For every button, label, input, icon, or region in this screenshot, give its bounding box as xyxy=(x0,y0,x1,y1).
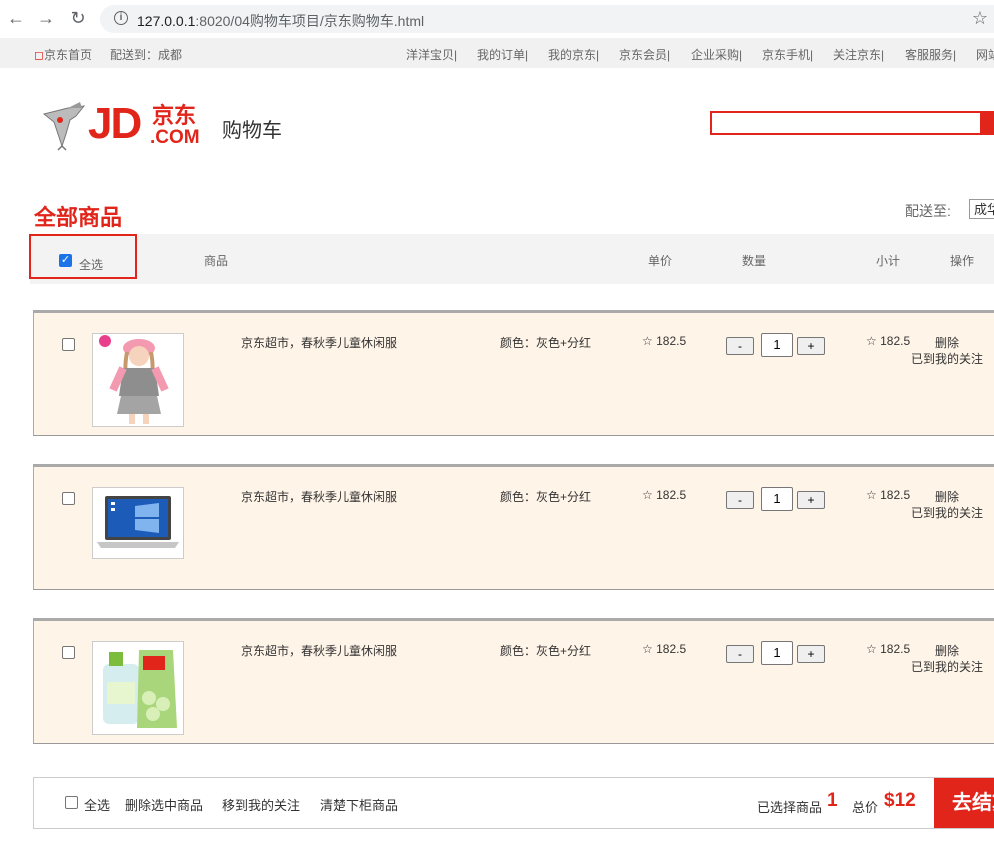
decrement-button[interactable]: - xyxy=(726,491,754,509)
item-subtotal: ☆ 182.5 xyxy=(866,488,911,502)
header-unit-price: 单价 xyxy=(648,254,673,268)
deliver-select[interactable]: 成华 xyxy=(969,199,994,219)
decrement-button[interactable]: - xyxy=(726,337,754,355)
delete-link[interactable]: 删除 xyxy=(935,488,959,505)
cart-item: 京东超市，春秋季儿童休闲服 颜色：灰色+分红 ☆ 182.5 - 1 + ☆ 1… xyxy=(33,464,994,590)
shortcut-link[interactable]: 我的京东| xyxy=(548,46,599,63)
quantity-input[interactable]: 1 xyxy=(761,487,793,511)
item-name[interactable]: 京东超市，春秋季儿童休闲服 xyxy=(241,334,397,351)
item-checkbox[interactable] xyxy=(62,338,75,351)
home-link[interactable]: ◻京东首页 xyxy=(34,46,92,63)
delete-link[interactable]: 删除 xyxy=(935,642,959,659)
shortcut-link[interactable]: 洋洋宝贝| xyxy=(406,46,457,63)
shortcut-bar: ◻京东首页 配送到：成都 洋洋宝贝| 我的订单| 我的京东| 京东会员| 企业采… xyxy=(0,38,994,68)
page-title: 购物车 xyxy=(222,120,282,142)
bookmark-star-icon[interactable]: ☆ xyxy=(972,8,988,29)
product-image[interactable] xyxy=(92,333,184,427)
selected-count-label: 已选择商品 xyxy=(757,800,823,815)
footer-select-all-label: 全选 xyxy=(84,798,111,813)
quantity-input[interactable]: 1 xyxy=(761,641,793,665)
shortcut-link[interactable]: 客服服务| xyxy=(905,46,956,63)
total-price: $12 xyxy=(884,790,916,811)
section-title: 全部商品 xyxy=(34,205,123,230)
item-unit-price: ☆ 182.5 xyxy=(642,488,687,502)
deliver-label: 配送至: xyxy=(905,203,951,219)
item-subtotal: ☆ 182.5 xyxy=(866,642,911,656)
item-name[interactable]: 京东超市，春秋季儿童休闲服 xyxy=(241,488,397,505)
reload-icon[interactable]: ↻ xyxy=(68,8,88,28)
move-to-favorites-link[interactable]: 移到我的关注 xyxy=(222,795,300,814)
increment-button[interactable]: + xyxy=(797,491,825,509)
increment-button[interactable]: + xyxy=(797,645,825,663)
total-label: 总价 xyxy=(852,800,879,815)
forward-icon[interactable]: → xyxy=(36,8,56,28)
shortcut-link[interactable]: 京东手机| xyxy=(762,46,813,63)
item-checkbox[interactable] xyxy=(62,492,75,505)
item-name[interactable]: 京东超市，春秋季儿童休闲服 xyxy=(241,642,397,659)
shortcut-link[interactable]: 关注京东| xyxy=(833,46,884,63)
product-image[interactable] xyxy=(92,641,184,735)
move-to-favorites-link[interactable]: 已到我的关注 xyxy=(911,504,983,521)
select-all-checkbox[interactable]: ✓ xyxy=(59,254,72,267)
jd-dog-logo-icon xyxy=(42,102,86,151)
detergent-icon xyxy=(93,642,183,734)
jd-logo-cn: 京东 xyxy=(152,103,197,128)
address-bar[interactable]: i 127.0.0.1:8020/04购物车项目/京东购物车.html ☆ xyxy=(100,5,994,33)
cart-table-header: 商品 单价 数量 小计 操作 xyxy=(30,234,994,284)
checkout-button[interactable]: 去结算 xyxy=(934,778,994,828)
footer-select-all-checkbox[interactable] xyxy=(65,796,78,809)
item-checkbox[interactable] xyxy=(62,646,75,659)
move-to-favorites-link[interactable]: 已到我的关注 xyxy=(911,658,983,675)
header-action: 操作 xyxy=(950,254,975,268)
shortcut-link[interactable]: 企业采购| xyxy=(691,46,742,63)
cart-item: 京东超市，春秋季儿童休闲服 颜色：灰色+分红 ☆ 182.5 - 1 + ☆ 1… xyxy=(33,618,994,744)
item-attribute: 颜色：灰色+分红 xyxy=(500,490,592,504)
shortcut-link[interactable]: 我的订单| xyxy=(477,46,528,63)
quantity-input[interactable]: 1 xyxy=(761,333,793,357)
select-all-label: 全选 xyxy=(79,258,104,272)
item-unit-price: ☆ 182.5 xyxy=(642,334,687,348)
search-input[interactable] xyxy=(710,111,982,135)
item-unit-price: ☆ 182.5 xyxy=(642,642,687,656)
shortcut-link[interactable]: 网站 xyxy=(976,46,994,63)
decrement-button[interactable]: - xyxy=(726,645,754,663)
header-goods: 商品 xyxy=(204,254,229,268)
girl-clothing-icon xyxy=(93,334,183,426)
browser-toolbar: ← → ↻ i 127.0.0.1:8020/04购物车项目/京东购物车.htm… xyxy=(0,0,994,39)
laptop-icon xyxy=(93,488,183,558)
selected-count: 1 xyxy=(827,790,838,811)
item-attribute: 颜色：灰色+分红 xyxy=(500,336,592,350)
search-button[interactable] xyxy=(982,111,994,135)
url-text[interactable]: 127.0.0.1:8020/04购物车项目/京东购物车.html xyxy=(137,11,424,31)
increment-button[interactable]: + xyxy=(797,337,825,355)
header-quantity: 数量 xyxy=(742,254,767,268)
info-icon[interactable]: i xyxy=(114,11,128,25)
header-subtotal: 小计 xyxy=(876,254,901,268)
clear-offshelf-link[interactable]: 清楚下柜商品 xyxy=(320,795,398,814)
delete-link[interactable]: 删除 xyxy=(935,334,959,351)
move-to-favorites-link[interactable]: 已到我的关注 xyxy=(911,350,983,367)
cart-item: 京东超市，春秋季儿童休闲服 颜色：灰色+分红 ☆ 182.5 - 1 + ☆ 1… xyxy=(33,310,994,436)
back-icon[interactable]: ← xyxy=(6,8,26,28)
deliver-to-location[interactable]: 配送到：成都 xyxy=(110,46,182,63)
item-subtotal: ☆ 182.5 xyxy=(866,334,911,348)
home-icon: ◻ xyxy=(34,48,44,62)
jd-logo-com: .COM xyxy=(150,127,200,148)
item-attribute: 颜色：灰色+分红 xyxy=(500,644,592,658)
delete-selected-link[interactable]: 删除选中商品 xyxy=(125,795,203,814)
cart-footer: 全选 删除选中商品 移到我的关注 清楚下柜商品 已选择商品 1 总价 $12 xyxy=(33,777,994,829)
shortcut-link[interactable]: 京东会员| xyxy=(619,46,670,63)
product-image[interactable] xyxy=(92,487,184,559)
jd-logo[interactable]: JD xyxy=(88,102,142,146)
